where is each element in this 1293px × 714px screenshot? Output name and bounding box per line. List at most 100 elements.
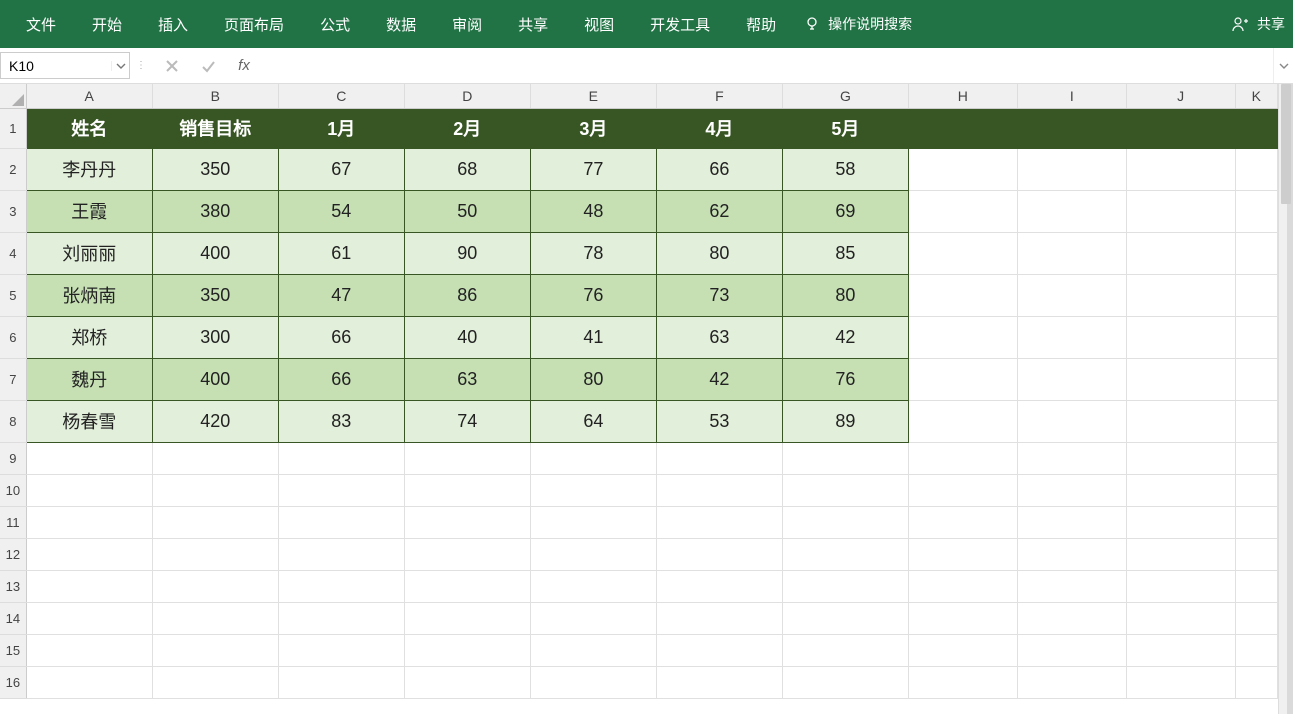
tab-data[interactable]: 数据 — [368, 0, 434, 48]
col-header-E[interactable]: E — [530, 84, 656, 108]
cell-D14[interactable] — [404, 602, 530, 634]
cell-G8[interactable]: 89 — [782, 400, 908, 442]
col-header-K[interactable]: K — [1235, 84, 1277, 108]
cell-G2[interactable]: 58 — [782, 148, 908, 190]
cell-I3[interactable] — [1017, 190, 1126, 232]
cell-J11[interactable] — [1126, 506, 1235, 538]
cell-G12[interactable] — [782, 538, 908, 570]
cell-A10[interactable] — [26, 474, 152, 506]
col-header-F[interactable]: F — [656, 84, 782, 108]
cell-B4[interactable]: 400 — [152, 232, 278, 274]
tab-page-layout[interactable]: 页面布局 — [206, 0, 302, 48]
cell-H14[interactable] — [908, 602, 1017, 634]
cell-J6[interactable] — [1126, 316, 1235, 358]
cell-K14[interactable] — [1235, 602, 1277, 634]
cell-J4[interactable] — [1126, 232, 1235, 274]
cell-A8[interactable]: 杨春雪 — [26, 400, 152, 442]
cell-D2[interactable]: 68 — [404, 148, 530, 190]
cell-J5[interactable] — [1126, 274, 1235, 316]
share-button[interactable]: 共享 — [1231, 14, 1285, 34]
cell-E16[interactable] — [530, 666, 656, 698]
cell-D1[interactable]: 2月 — [404, 108, 530, 148]
cell-K6[interactable] — [1235, 316, 1277, 358]
cell-E2[interactable]: 77 — [530, 148, 656, 190]
cell-I14[interactable] — [1017, 602, 1126, 634]
cell-F3[interactable]: 62 — [656, 190, 782, 232]
cell-D15[interactable] — [404, 634, 530, 666]
cell-B15[interactable] — [152, 634, 278, 666]
cell-K2[interactable] — [1235, 148, 1277, 190]
vertical-scrollbar[interactable] — [1278, 84, 1293, 714]
cell-G4[interactable]: 85 — [782, 232, 908, 274]
cell-J8[interactable] — [1126, 400, 1235, 442]
row-header-16[interactable]: 16 — [0, 666, 26, 698]
cell-C4[interactable]: 61 — [278, 232, 404, 274]
cell-J15[interactable] — [1126, 634, 1235, 666]
col-header-C[interactable]: C — [278, 84, 404, 108]
cell-K16[interactable] — [1235, 666, 1277, 698]
cell-D13[interactable] — [404, 570, 530, 602]
cell-G11[interactable] — [782, 506, 908, 538]
cell-I2[interactable] — [1017, 148, 1126, 190]
col-header-A[interactable]: A — [26, 84, 152, 108]
cell-C15[interactable] — [278, 634, 404, 666]
cell-J10[interactable] — [1126, 474, 1235, 506]
tab-developer[interactable]: 开发工具 — [632, 0, 728, 48]
cell-C6[interactable]: 66 — [278, 316, 404, 358]
cell-E15[interactable] — [530, 634, 656, 666]
cell-F4[interactable]: 80 — [656, 232, 782, 274]
cell-C10[interactable] — [278, 474, 404, 506]
cell-F13[interactable] — [656, 570, 782, 602]
cell-C5[interactable]: 47 — [278, 274, 404, 316]
cell-F6[interactable]: 63 — [656, 316, 782, 358]
cell-J7[interactable] — [1126, 358, 1235, 400]
cell-K11[interactable] — [1235, 506, 1277, 538]
cell-B12[interactable] — [152, 538, 278, 570]
cell-F15[interactable] — [656, 634, 782, 666]
row-header-12[interactable]: 12 — [0, 538, 26, 570]
cell-K5[interactable] — [1235, 274, 1277, 316]
cell-I8[interactable] — [1017, 400, 1126, 442]
cell-I12[interactable] — [1017, 538, 1126, 570]
cell-K12[interactable] — [1235, 538, 1277, 570]
cell-A7[interactable]: 魏丹 — [26, 358, 152, 400]
row-header-1[interactable]: 1 — [0, 108, 26, 148]
cell-K10[interactable] — [1235, 474, 1277, 506]
cell-H4[interactable] — [908, 232, 1017, 274]
cell-D5[interactable]: 86 — [404, 274, 530, 316]
cell-K7[interactable] — [1235, 358, 1277, 400]
cell-D4[interactable]: 90 — [404, 232, 530, 274]
cell-H11[interactable] — [908, 506, 1017, 538]
cell-G13[interactable] — [782, 570, 908, 602]
select-all-corner[interactable] — [0, 84, 26, 108]
cell-E6[interactable]: 41 — [530, 316, 656, 358]
cell-J13[interactable] — [1126, 570, 1235, 602]
cell-I9[interactable] — [1017, 442, 1126, 474]
tab-home[interactable]: 开始 — [74, 0, 140, 48]
cell-I5[interactable] — [1017, 274, 1126, 316]
cell-A5[interactable]: 张炳南 — [26, 274, 152, 316]
cell-F8[interactable]: 53 — [656, 400, 782, 442]
cell-G3[interactable]: 69 — [782, 190, 908, 232]
cell-D12[interactable] — [404, 538, 530, 570]
cell-K4[interactable] — [1235, 232, 1277, 274]
cell-A2[interactable]: 李丹丹 — [26, 148, 152, 190]
cell-C13[interactable] — [278, 570, 404, 602]
row-header-3[interactable]: 3 — [0, 190, 26, 232]
cell-E9[interactable] — [530, 442, 656, 474]
name-box[interactable]: K10 — [0, 52, 130, 79]
cell-F14[interactable] — [656, 602, 782, 634]
row-header-9[interactable]: 9 — [0, 442, 26, 474]
cell-G10[interactable] — [782, 474, 908, 506]
col-header-G[interactable]: G — [782, 84, 908, 108]
fx-button[interactable]: fx — [226, 48, 262, 84]
cell-I6[interactable] — [1017, 316, 1126, 358]
cell-H10[interactable] — [908, 474, 1017, 506]
cell-J9[interactable] — [1126, 442, 1235, 474]
row-header-2[interactable]: 2 — [0, 148, 26, 190]
cell-K15[interactable] — [1235, 634, 1277, 666]
cell-K3[interactable] — [1235, 190, 1277, 232]
cell-G5[interactable]: 80 — [782, 274, 908, 316]
cell-G16[interactable] — [782, 666, 908, 698]
cell-D10[interactable] — [404, 474, 530, 506]
